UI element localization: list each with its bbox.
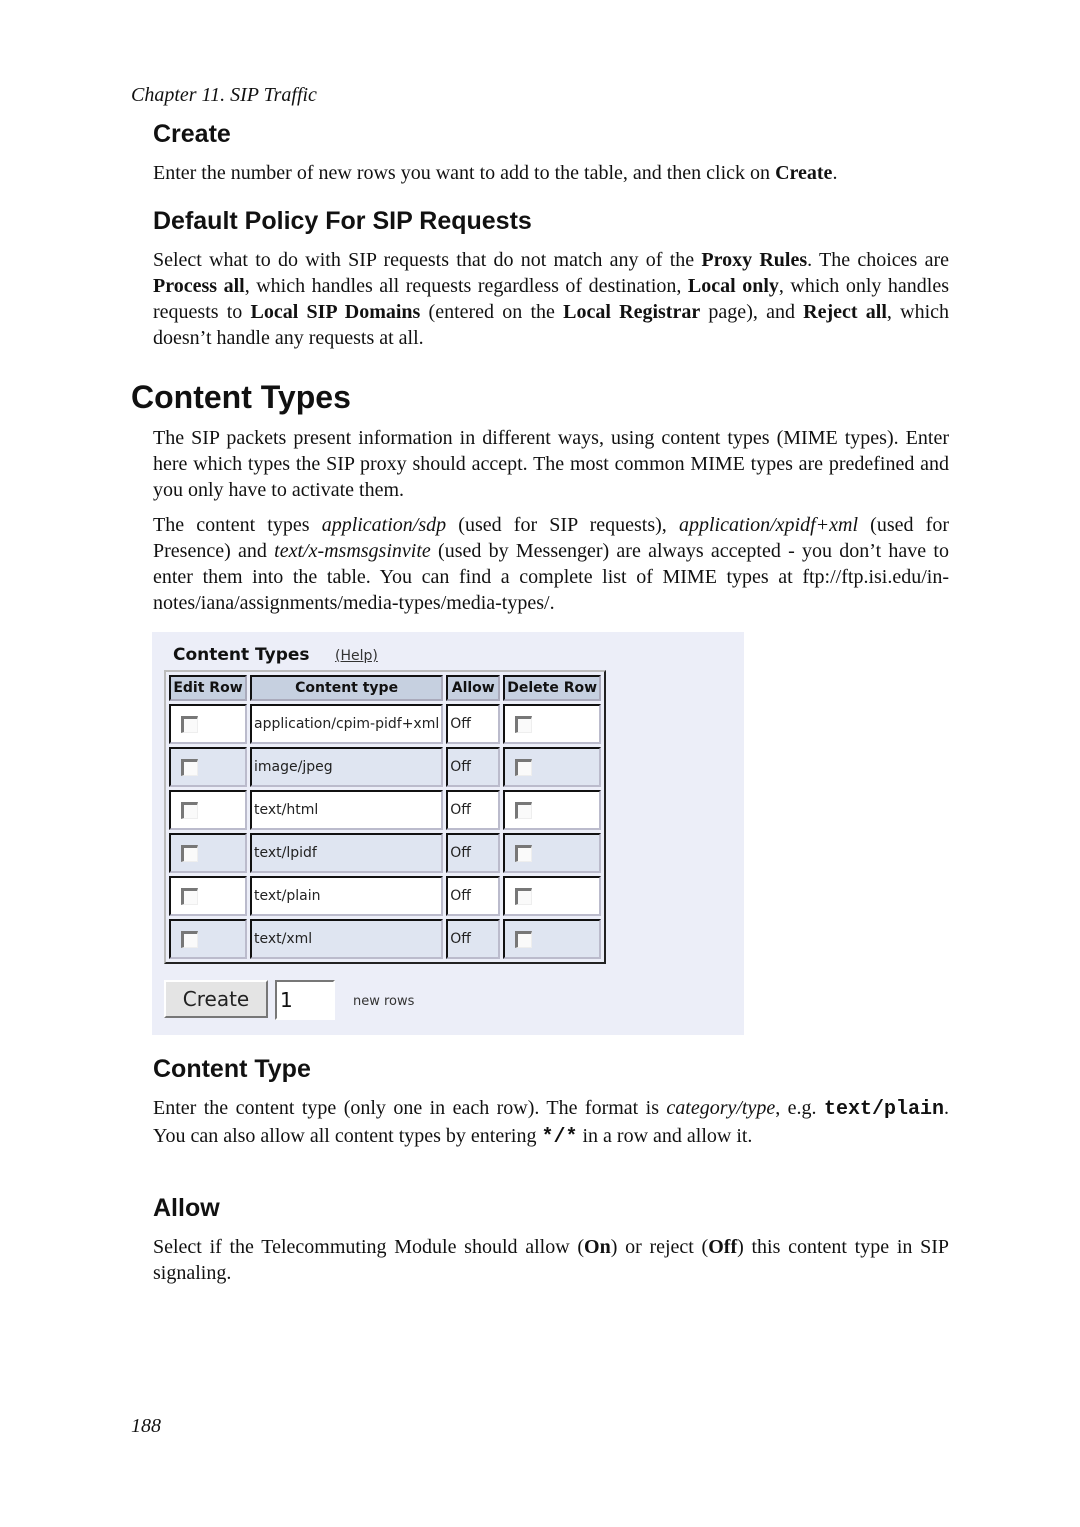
edit-row-checkbox[interactable] [181,715,198,733]
page-number: 188 [131,1415,161,1437]
heading-create: Create [153,120,231,148]
help-link[interactable]: (Help) [335,648,378,664]
delete-row-checkbox[interactable] [515,801,533,819]
new-rows-label: new rows [353,994,415,1009]
heading-default-policy: Default Policy For SIP Requests [153,207,532,235]
heading-content-type: Content Type [153,1055,311,1083]
delete-row-checkbox[interactable] [515,758,533,776]
edit-row-checkbox[interactable] [181,801,198,819]
allow-cell: Off [446,704,501,744]
paragraph-default-policy: Select what to do with SIP requests that… [153,249,950,349]
edit-row-checkbox[interactable] [181,930,198,948]
create-button[interactable]: Create [164,980,268,1018]
edit-row-checkbox[interactable] [181,844,198,862]
content-types-table: Edit Row Content type Allow Delete Row a… [164,670,607,964]
paragraph-create: Enter the number of new rows you want to… [153,162,838,184]
heading-allow: Allow [153,1194,220,1222]
content-type-cell: text/xml [250,919,444,959]
paragraph-content-types-1: The SIP packets present information in d… [153,427,949,501]
content-type-cell: text/plain [250,876,444,916]
delete-row-checkbox[interactable] [515,715,533,733]
paragraph-content-types-2: The content types application/sdp (used … [153,514,949,614]
edit-row-checkbox[interactable] [181,887,198,905]
new-rows-input[interactable] [275,980,335,1020]
delete-row-checkbox[interactable] [515,844,533,862]
table-row: text/lpidf Off [169,833,602,873]
ui-panel-title: Content Types [173,645,310,665]
table-row: image/jpeg Off [169,747,602,787]
paragraph-allow: Select if the Telecommuting Module shoul… [153,1236,949,1284]
content-type-cell: application/cpim-pidf+xml [250,704,444,744]
delete-row-checkbox[interactable] [515,930,533,948]
allow-cell: Off [446,833,501,873]
paragraph-content-type: Enter the content type (only one in each… [153,1097,949,1149]
allow-cell: Off [446,747,501,787]
column-header-edit-row: Edit Row [169,675,247,701]
running-head: Chapter 11. SIP Traffic [131,84,317,106]
content-type-cell: text/html [250,790,444,830]
table-row: text/plain Off [169,876,602,916]
allow-cell: Off [446,919,501,959]
allow-cell: Off [446,790,501,830]
column-header-allow: Allow [446,675,501,701]
allow-cell: Off [446,876,501,916]
content-type-cell: text/lpidf [250,833,444,873]
column-header-delete-row: Delete Row [503,675,602,701]
delete-row-checkbox[interactable] [515,887,533,905]
edit-row-checkbox[interactable] [181,758,198,776]
table-row: text/xml Off [169,919,602,959]
table-row: text/html Off [169,790,602,830]
heading-content-types: Content Types [131,379,351,415]
column-header-content-type: Content type [250,675,444,701]
content-type-cell: image/jpeg [250,747,444,787]
content-types-screenshot: Content Types (Help) Edit Row Content ty… [152,632,744,1035]
table-row: application/cpim-pidf+xml Off [169,704,602,744]
